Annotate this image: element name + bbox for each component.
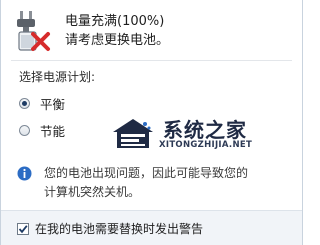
radio-button-selected[interactable] (19, 97, 30, 109)
divider (11, 60, 292, 61)
checkmark-icon (18, 224, 28, 233)
checkbox-checked[interactable] (17, 222, 29, 235)
power-plan-option-label: 平衡 (40, 96, 66, 112)
power-plan-option-label: 节能 (40, 123, 66, 139)
battery-flyout: 电量充满(100%) 请考虑更换电池。 选择电源计划: 平衡 节能 系统之家 X… (0, 0, 303, 245)
notice-text-line2: 计算机突然关机。 (44, 185, 141, 199)
replace-warning-option[interactable]: 在我的电池需要替换时发出警告 (17, 220, 203, 237)
footer-bar: 在我的电池需要替换时发出警告 (1, 210, 302, 245)
power-plan-option-balanced[interactable]: 平衡 (19, 94, 65, 112)
battery-status: 电量充满(100%) 请考虑更换电池。 (13, 8, 293, 54)
power-plan-option-power-saver[interactable]: 节能 (19, 121, 65, 139)
radio-button[interactable] (19, 124, 30, 136)
power-plan-heading: 选择电源计划: (19, 70, 96, 84)
battery-replace-message: 请考虑更换电池。 (65, 33, 170, 48)
notice-text-line1: 您的电池出现问题，因此可能导致您的 (44, 166, 249, 180)
house-logo-icon (109, 116, 155, 150)
checkbox-label: 在我的电池需要替换时发出警告 (35, 222, 204, 236)
watermark-title: 系统之家 (163, 118, 247, 142)
watermark-logo: 系统之家 XITONGZHIJIA.NET (109, 114, 304, 154)
watermark-subtitle: XITONGZHIJIA.NET (159, 140, 253, 150)
battery-warning-icon (13, 10, 53, 52)
info-icon (17, 166, 32, 181)
battery-charge-status: 电量充满(100%) (65, 14, 165, 29)
battery-problem-notice: 您的电池出现问题，因此可能导致您的 计算机突然关机。 (17, 163, 292, 199)
